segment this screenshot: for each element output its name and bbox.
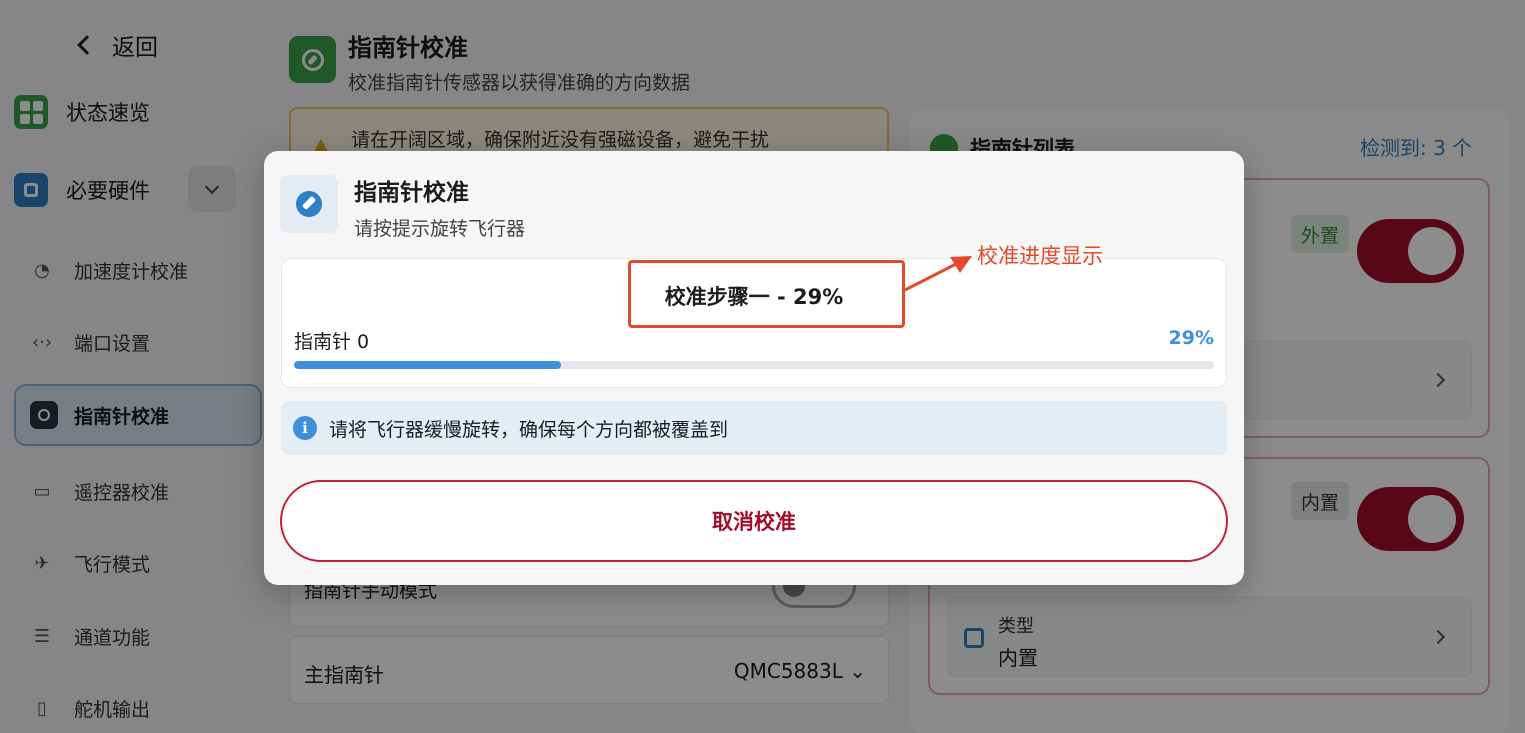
annotation-arrow (904, 256, 972, 292)
annotation-label: 校准进度显示 (977, 244, 1103, 268)
